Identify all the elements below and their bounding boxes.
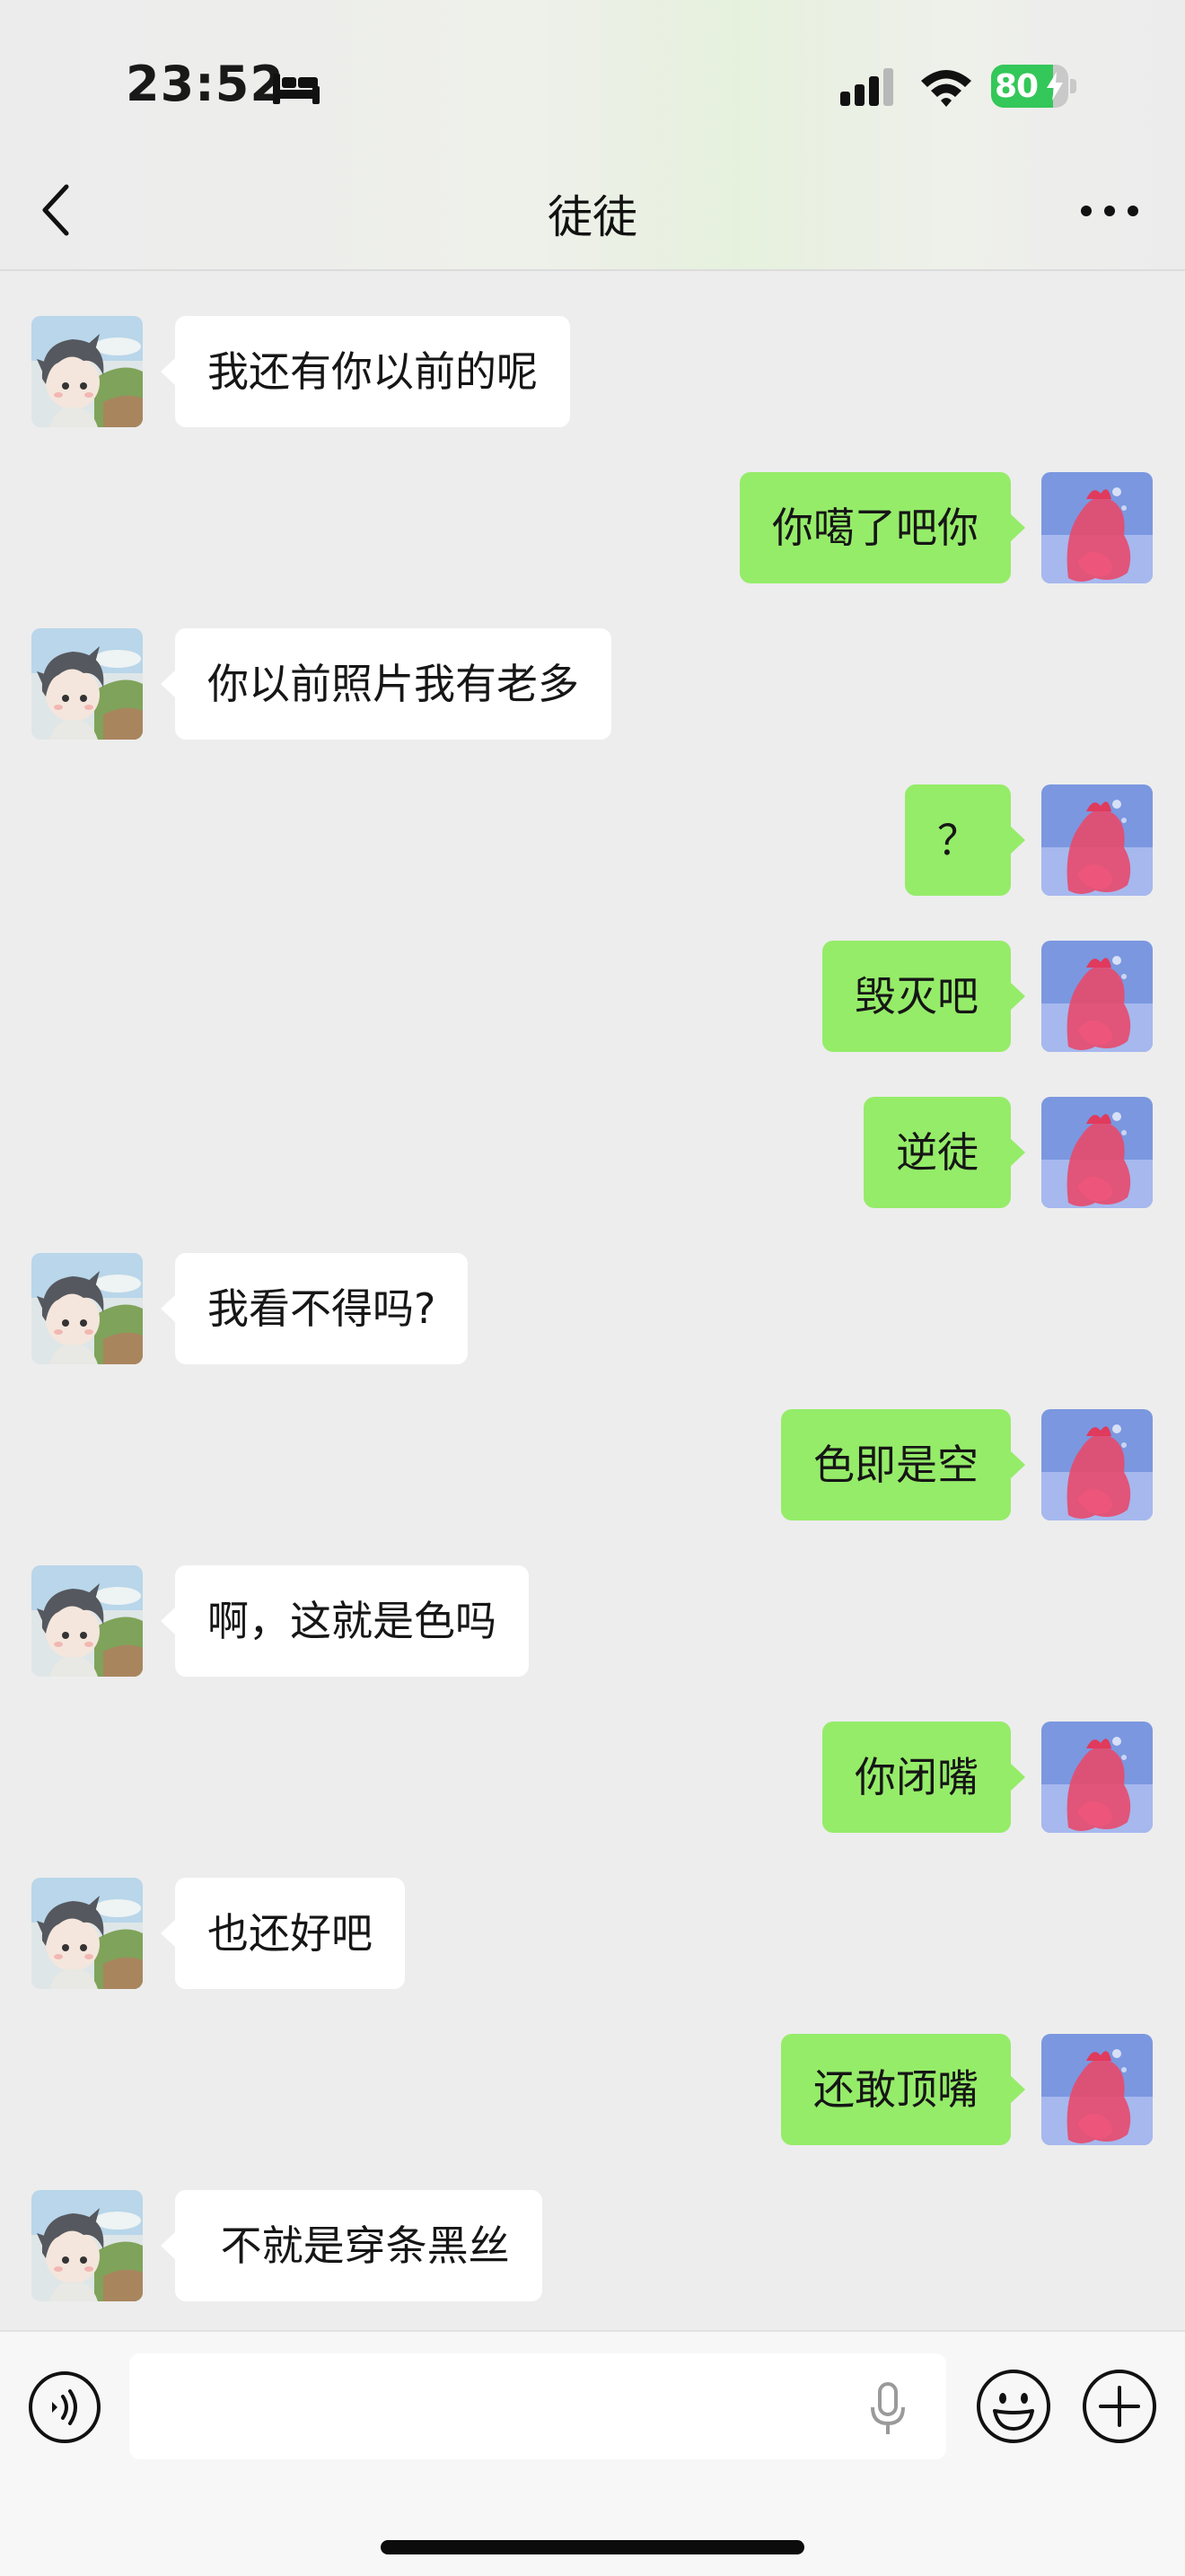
message-bubble-outgoing[interactable]: 逆徒 [864,1097,1025,1208]
message-row-outgoing: 你闭嘴 [0,1722,1185,1833]
message-row-outgoing: 色即是空 [0,1409,1185,1520]
battery-body: 80 [991,65,1068,108]
message-list[interactable]: 我还有你以前的呢 你噶了吧你 你以前照片我有老多 ？ 毁灭吧 逆徒 我看不得吗?… [0,271,1185,2326]
battery-cap [1070,79,1076,93]
contact-avatar[interactable] [31,2190,143,2301]
top-header: 23:52 80 徒徒 [0,0,1185,271]
message-input[interactable] [129,2353,946,2459]
contact-avatar[interactable] [31,1878,143,1989]
message-row-outgoing: 你噶了吧你 [0,472,1185,583]
my-avatar[interactable] [1041,1409,1153,1520]
my-avatar[interactable] [1041,2034,1153,2145]
voice-mode-icon[interactable] [27,2370,102,2445]
message-bubble-incoming[interactable]: 你以前照片我有老多 [161,628,611,740]
message-row-outgoing: 逆徒 [0,1097,1185,1208]
my-avatar[interactable] [1041,941,1153,1052]
message-row-incoming: 啊，这就是色吗 [0,1565,1185,1677]
message-bubble-outgoing[interactable]: 你噶了吧你 [740,472,1025,583]
contact-avatar[interactable] [31,628,143,740]
wifi-icon [921,70,971,107]
input-bar [0,2330,1185,2576]
battery-charging-icon [1047,72,1063,101]
message-bubble-incoming[interactable]: 啊，这就是色吗 [161,1565,529,1677]
message-bubble-incoming[interactable]: 我还有你以前的呢 [161,316,570,427]
message-bubble-outgoing[interactable]: 还敢顶嘴 [781,2034,1025,2145]
message-row-outgoing: 还敢顶嘴 [0,2034,1185,2145]
my-avatar[interactable] [1041,472,1153,583]
plus-icon[interactable] [1081,2368,1158,2445]
cellular-signal-icon [840,68,893,106]
message-row-outgoing: ？ [0,784,1185,896]
message-row-incoming: 我看不得吗? [0,1253,1185,1364]
message-bubble-incoming[interactable]: 我看不得吗? [160,1253,469,1364]
sleep-focus-icon [273,74,320,104]
status-time: 23:52 [126,56,285,112]
chat-title: 徒徒 [548,191,637,243]
microphone-icon[interactable] [865,2380,910,2438]
battery-indicator: 80 [991,65,1077,108]
message-row-outgoing: 毁灭吧 [0,941,1185,1052]
message-row-incoming: 你以前照片我有老多 [0,628,1185,740]
my-avatar[interactable] [1041,1722,1153,1833]
contact-avatar[interactable] [31,1253,143,1364]
battery-level: 80 [995,68,1039,105]
my-avatar[interactable] [1041,784,1153,896]
message-bubble-incoming[interactable]: 也还好吧 [161,1878,405,1989]
message-bubble-outgoing[interactable]: 色即是空 [781,1409,1025,1520]
message-bubble-outgoing[interactable]: 毁灭吧 [822,941,1025,1052]
my-avatar[interactable] [1041,1097,1153,1208]
message-bubble-incoming[interactable]: 不就是穿条黑丝 [161,2190,542,2301]
emoji-icon[interactable] [975,2368,1052,2445]
message-bubble-outgoing[interactable]: 你闭嘴 [822,1722,1025,1833]
contact-avatar[interactable] [31,1565,143,1677]
contact-avatar[interactable] [31,316,143,427]
message-row-incoming: 我还有你以前的呢 [0,316,1185,427]
message-row-incoming: 不就是穿条黑丝 [0,2190,1185,2301]
message-bubble-outgoing[interactable]: ？ [905,784,1025,896]
home-indicator[interactable] [381,2540,804,2554]
message-row-incoming: 也还好吧 [0,1878,1185,1989]
more-dots-icon[interactable] [1074,188,1146,233]
